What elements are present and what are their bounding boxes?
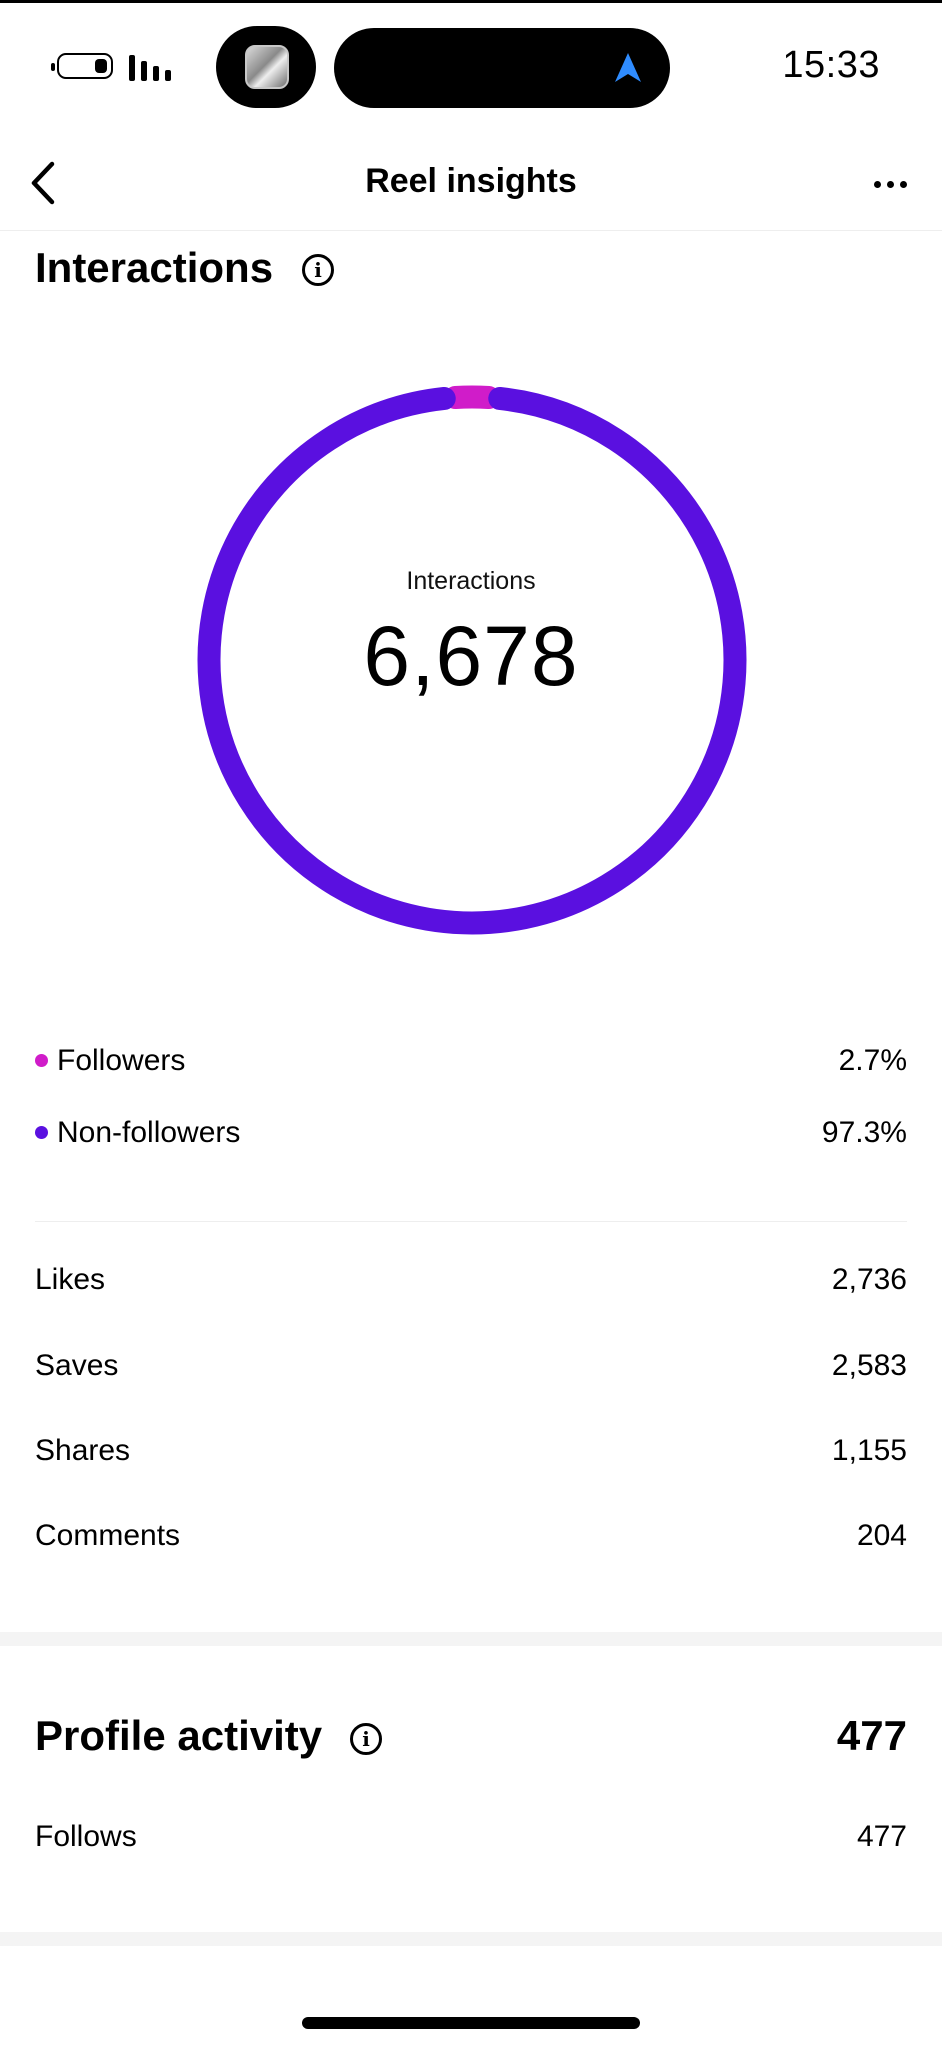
legend-dot-followers: [35, 1054, 48, 1067]
donut-center-total: 6,678: [363, 609, 579, 703]
app-thumbnail-icon: [245, 45, 289, 89]
metric-label: Comments: [35, 1519, 181, 1552]
metric-label: Shares: [35, 1434, 131, 1467]
legend-item-non-followers: Non-followers 97.3%: [35, 1112, 907, 1156]
status-time: 15:33: [782, 44, 880, 86]
more-dots-icon[interactable]: [870, 164, 912, 204]
metric-row-shares: Shares 1,155: [35, 1430, 907, 1474]
donut-center-label: Interactions: [406, 567, 536, 595]
legend-dot-non-followers: [35, 1126, 48, 1139]
donut-slice-followers: [443, 385, 501, 410]
legend-label: Followers: [57, 1044, 186, 1077]
legend-value: 2.7%: [838, 1044, 907, 1077]
metric-row-follows: Follows 477: [35, 1816, 907, 1860]
page-title: Reel insights: [365, 162, 577, 200]
home-indicator[interactable]: [302, 2017, 640, 2029]
legend-item-followers: Followers 2.7%: [35, 1040, 907, 1084]
profile-activity-title: Profile activity: [35, 1712, 323, 1759]
divider: [35, 1221, 907, 1222]
metric-value: 204: [856, 1519, 907, 1552]
metric-label: Saves: [35, 1349, 119, 1382]
dynamic-island[interactable]: [334, 28, 670, 108]
metric-row-saves: Saves 2,583: [35, 1345, 907, 1389]
status-bar: 15:33: [0, 0, 942, 130]
legend-value: 97.3%: [821, 1116, 907, 1149]
metric-value: 1,155: [831, 1434, 907, 1467]
metric-value: 2,583: [831, 1349, 907, 1382]
info-icon[interactable]: i: [302, 254, 334, 286]
app-thumbnail-pill[interactable]: [216, 26, 316, 108]
info-icon[interactable]: i: [350, 1723, 382, 1755]
interactions-title: Interactions: [35, 244, 274, 291]
battery-icon: [51, 53, 113, 79]
location-arrow-icon: [615, 53, 641, 82]
top-navigation-bar: Reel insights: [0, 140, 942, 231]
signal-bars-icon: [129, 55, 179, 81]
profile-activity-total: 477: [836, 1712, 907, 1759]
metric-label: Follows: [35, 1820, 137, 1853]
metric-row-likes: Likes 2,736: [35, 1259, 907, 1303]
section-separator: [0, 1632, 942, 1646]
legend-label: Non-followers: [57, 1116, 241, 1149]
section-separator: [0, 1932, 942, 1946]
metric-row-comments: Comments 204: [35, 1515, 907, 1559]
metric-value: 2,736: [831, 1263, 907, 1296]
metric-value: 477: [856, 1820, 907, 1853]
metric-label: Likes: [35, 1263, 106, 1296]
